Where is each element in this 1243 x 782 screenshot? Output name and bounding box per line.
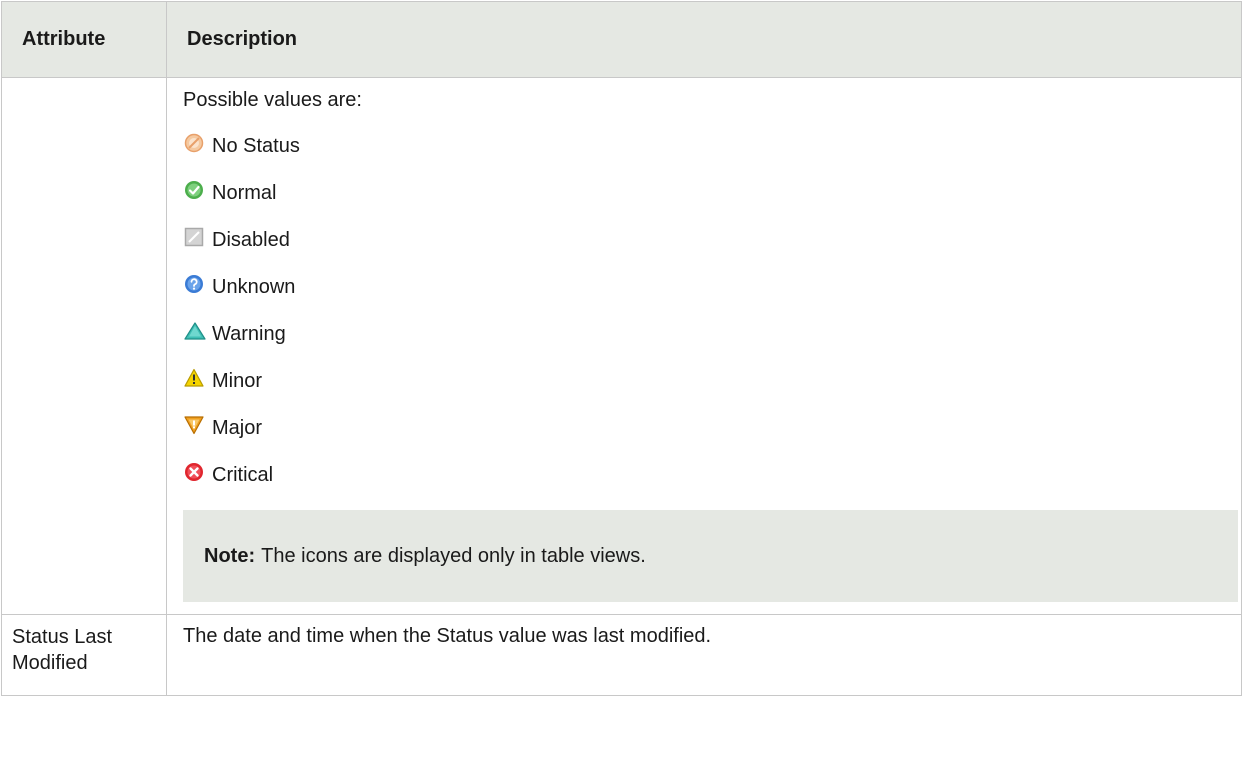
status-last-modified-description: The date and time when the Status value …: [166, 614, 1242, 696]
status-item-unknown: Unknown: [183, 275, 1226, 299]
critical-icon: [184, 462, 204, 482]
status-label-minor: Minor: [212, 370, 263, 392]
status-label-warning: Warning: [212, 323, 286, 345]
status-label-unknown: Unknown: [212, 276, 296, 298]
normal-icon: [184, 180, 204, 200]
status-row: Possible values are: No Status Normal Di…: [1, 77, 1242, 615]
note-box: Note: The icons are displayed only in ta…: [183, 510, 1238, 602]
minor-icon: [184, 368, 204, 388]
no-status-icon: [184, 133, 204, 153]
status-label-normal: Normal: [212, 182, 277, 204]
attribute-column-header: Attribute: [1, 1, 167, 78]
note-text: The icons are displayed only in table vi…: [261, 544, 646, 567]
status-item-major: Major: [183, 416, 1226, 440]
status-item-no-status: No Status: [183, 133, 1226, 158]
status-item-disabled: Disabled: [183, 227, 1226, 252]
status-item-normal: Normal: [183, 181, 1226, 205]
unknown-icon: [184, 274, 204, 294]
warning-icon: [184, 321, 206, 341]
disabled-icon: [184, 227, 204, 247]
status-label-major: Major: [212, 417, 263, 439]
status-attribute-cell: [1, 77, 167, 615]
status-label-critical: Critical: [212, 464, 274, 486]
description-column-header: Description: [166, 1, 1242, 78]
possible-values-intro: Possible values are:: [183, 89, 362, 111]
status-label-no-status: No Status: [212, 135, 300, 157]
status-item-minor: Minor: [183, 368, 1226, 393]
status-item-critical: Critical: [183, 463, 1226, 487]
status-last-modified-row: Status Last Modified The date and time w…: [1, 614, 1242, 696]
attribute-name-line-1: Status Last: [12, 626, 113, 648]
header-row: Attribute Description: [1, 1, 1242, 78]
status-last-modified-attribute: Status Last Modified: [1, 614, 167, 696]
note-label: Note:: [204, 544, 256, 567]
attribute-table: Attribute Description Possible values ar…: [1, 1, 1242, 696]
status-item-warning: Warning: [183, 322, 1226, 346]
status-list: No Status Normal Disabled Unknown Warnin…: [183, 133, 1226, 487]
attribute-name-line-2: Modified: [12, 652, 88, 674]
status-label-disabled: Disabled: [212, 229, 290, 251]
major-icon: [184, 415, 204, 435]
status-description-cell: Possible values are: No Status Normal Di…: [166, 77, 1242, 615]
